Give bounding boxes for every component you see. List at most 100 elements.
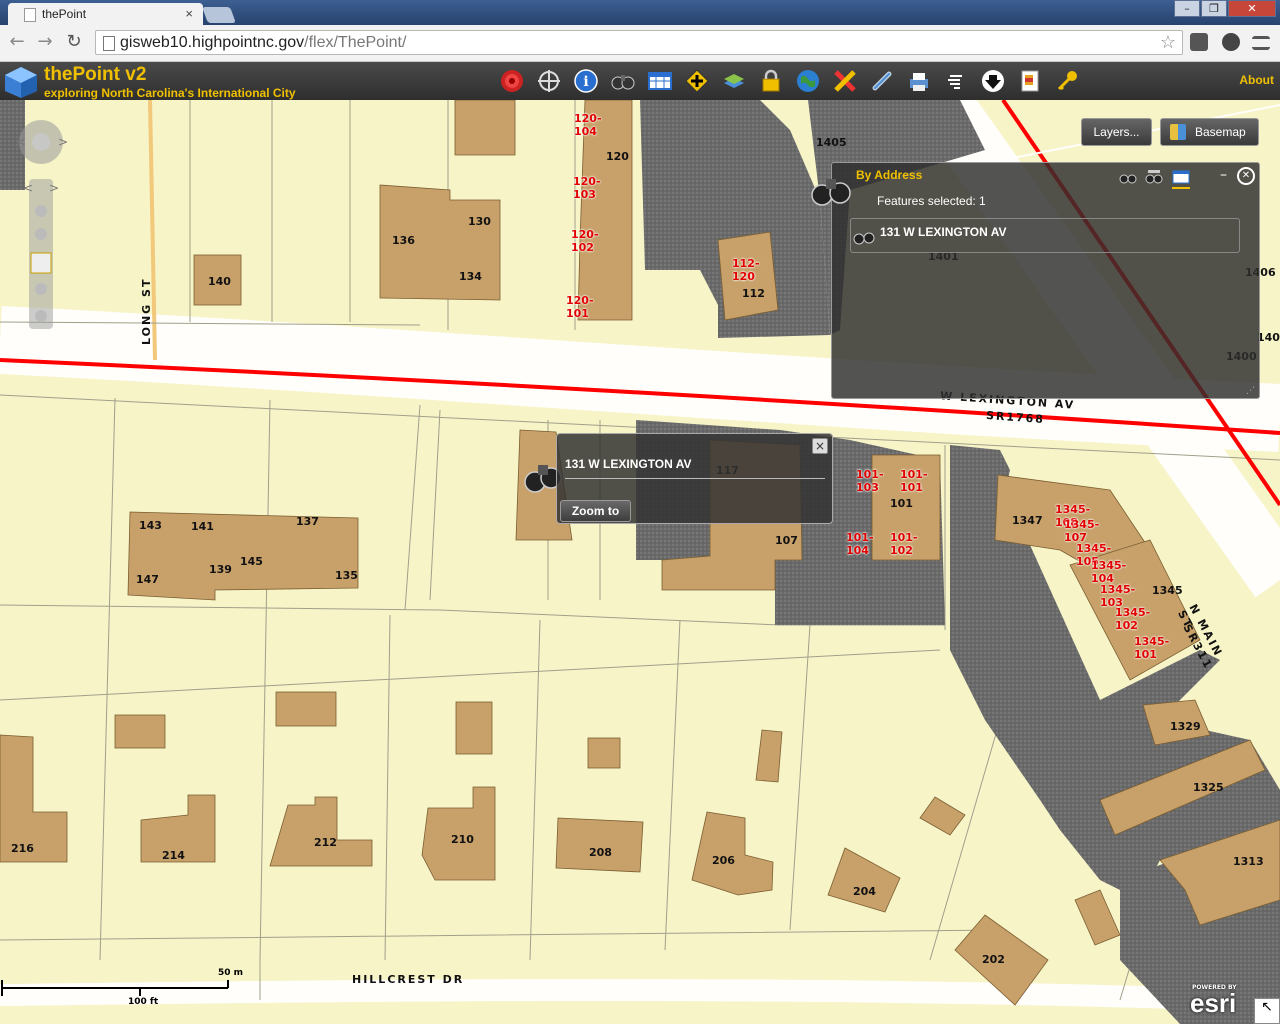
extension-icon[interactable] [1190,33,1208,51]
svg-text:>: > [58,135,68,149]
street-label-hillcrest: HILLCREST DR [352,973,465,986]
key-icon[interactable] [1054,68,1080,94]
print-icon[interactable] [906,68,932,94]
table-icon[interactable] [647,68,673,94]
basemap-label: Basemap [1195,125,1246,139]
binoculars-icon [853,232,875,245]
parcel-label: 1405 [816,136,847,149]
page-icon [103,36,115,51]
link-icon[interactable] [869,68,895,94]
info-icon[interactable]: i [573,68,599,94]
forward-icon[interactable]: → [35,32,55,52]
parcel-label: 143 [139,519,162,532]
parcel-label: 216 [11,842,34,855]
address-bar[interactable]: gisweb10.highpointnc.gov/flex/ThePoint/ … [95,30,1183,55]
lock-icon[interactable] [758,68,784,94]
plus-sign-icon[interactable] [684,68,710,94]
unit-label: 1345-101 [1134,635,1170,661]
parcel-label: 140 [208,275,231,288]
parcel-label: 208 [589,846,612,859]
binoculars-icon[interactable] [1119,169,1137,185]
svg-text:<: < [16,135,26,149]
erase-icon[interactable] [832,68,858,94]
popup-title: 131 W LEXINGTON AV [565,457,692,471]
menu-icon[interactable] [1252,36,1270,50]
parcel-label: 1329 [1170,720,1201,733]
unit-label: 101-103 [856,468,884,494]
close-popup-icon[interactable]: × [812,438,828,454]
map-navigation-widget[interactable]: < > < > [6,115,76,335]
table-icon[interactable] [1172,169,1190,189]
globe-icon[interactable] [795,68,821,94]
resize-grip-icon[interactable]: ⋰ [1246,386,1255,396]
parcel-label: 112 [742,287,765,300]
basemap-icon [1170,124,1186,140]
parcel-label: 120 [606,150,629,163]
by-address-panel: By Address – ✕ Features selected: 1 131 … [811,162,1260,399]
svg-text:<: < [23,181,33,195]
maximize-window-button[interactable]: ❐ [1201,0,1227,17]
minimize-window-button[interactable]: – [1174,0,1200,17]
scale-imperial: 100 ft [128,997,159,1007]
back-icon[interactable]: ← [7,32,27,52]
browser-tab[interactable]: thePoint × [8,3,203,25]
resize-corner-icon[interactable]: ↖ [1254,998,1280,1024]
parcel-label: 139 [209,563,232,576]
bookmark-star-icon[interactable]: ☆ [1160,32,1176,53]
layers-button[interactable]: Layers... [1081,118,1152,146]
scale-bar [1,980,229,996]
parcel-label: 1313 [1233,855,1264,868]
parcel-label: 107 [775,534,798,547]
close-panel-icon[interactable]: ✕ [1237,167,1255,185]
scale-metric: 50 m [218,968,244,978]
esri-logo: POWERED BY esri [1188,982,1250,1022]
parcel-label: 212 [314,836,337,849]
tab-title: thePoint [42,7,87,21]
thepoint-logo [5,67,37,98]
parcel-label: 1347 [1012,514,1043,527]
parcel-label: 145 [240,555,263,568]
parcel-label: 206 [712,854,735,867]
browser-tab-strip: thePoint × – ❐ ✕ [0,0,1280,25]
unit-label: 112-120 [732,257,760,283]
close-tab-icon[interactable]: × [185,6,193,21]
hand-icon[interactable] [943,68,969,94]
binoculars-icon[interactable] [610,68,636,94]
target-icon[interactable] [499,68,525,94]
basemap-button[interactable]: Basemap [1160,118,1259,146]
unit-label: 120-104 [574,112,602,138]
result-item[interactable]: 131 W LEXINGTON AV [850,218,1240,253]
parcel-label: 210 [451,833,474,846]
svg-text:i: i [583,74,588,90]
url-path: /flex/ThePoint/ [304,34,407,51]
pocket-icon[interactable] [1222,33,1240,51]
unit-label: 101-102 [890,531,918,557]
layers-icon[interactable] [721,68,747,94]
document-icon[interactable] [1017,68,1043,94]
parcel-label: 101 [890,497,913,510]
about-link[interactable]: About [1239,73,1274,87]
parcel-label: 147 [136,573,159,586]
unit-label: 101-104 [846,531,874,557]
page-icon [24,8,36,22]
new-tab-button[interactable] [202,7,236,23]
faded-parcel-label: 1402 [1257,331,1280,344]
download-icon[interactable] [980,68,1006,94]
close-window-button[interactable]: ✕ [1228,0,1276,17]
features-selected-count: Features selected: 1 [877,194,986,208]
svg-text:>: > [49,181,59,195]
street-label-long-st: LONG ST [140,277,153,345]
browser-toolbar: ← → ↻ gisweb10.highpointnc.gov/flex/TheP… [0,25,1280,62]
unit-label: 101-101 [900,468,928,494]
map-popup: 131 W LEXINGTON AV Zoom to × [556,433,833,524]
crosshair-icon[interactable] [536,68,562,94]
reload-icon[interactable]: ↻ [64,32,84,52]
binoculars-list-icon[interactable] [1145,169,1163,185]
panel-title: By Address [856,168,923,182]
parcel-label: 141 [191,520,214,533]
zoom-to-button[interactable]: Zoom to [560,500,631,522]
popup-divider [565,478,825,479]
parcel-label: 1325 [1193,781,1224,794]
parcel-label: 202 [982,953,1005,966]
minimize-panel-icon[interactable]: – [1220,167,1227,183]
